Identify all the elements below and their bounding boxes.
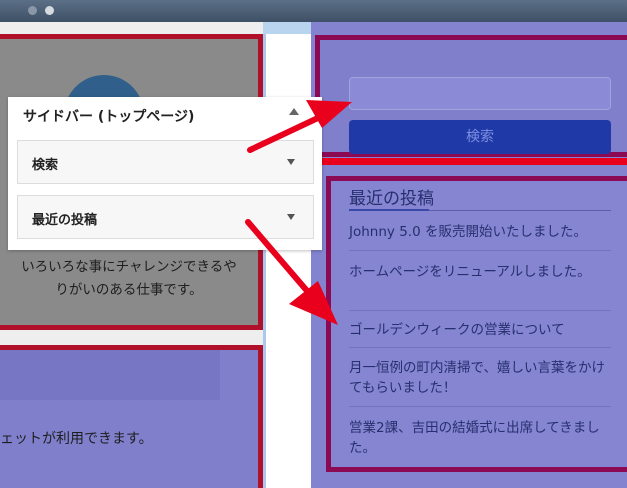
collapse-icon[interactable] <box>289 108 299 115</box>
search-button[interactable]: 検索 <box>349 120 611 154</box>
left-widget-highlight <box>0 345 263 488</box>
search-input[interactable] <box>349 77 611 110</box>
widget-item-search[interactable]: 検索 <box>17 140 314 184</box>
recent-post-link[interactable]: Johnny 5.0 を販売開始いたしました。 <box>349 222 611 242</box>
left-widget-bar <box>0 350 220 400</box>
post-divider <box>349 310 611 311</box>
post-divider <box>349 406 611 407</box>
gap-highlight-top <box>263 22 311 34</box>
recent-post-link[interactable]: ホームページをリニューアルしました。 <box>349 262 611 282</box>
column-gap <box>263 22 311 488</box>
hero-text-line: りがいのある仕事です。 <box>55 282 203 298</box>
post-divider <box>349 250 611 251</box>
widget-item-label: 最近の投稿 <box>32 213 98 228</box>
header-strip <box>0 0 627 22</box>
hero-text-line: いろいろな事にチャレンジできるや <box>21 259 237 275</box>
widget-item-label: 検索 <box>32 158 59 173</box>
recent-post-link[interactable]: 月一恒例の町内清掃で、嬉しい言葉をかけてもらいました！ <box>349 358 611 398</box>
panel-title[interactable]: サイドバー (トップページ) <box>23 106 194 126</box>
recent-title-underline <box>349 209 429 211</box>
chevron-down-icon[interactable] <box>287 214 295 220</box>
recent-post-link[interactable]: 営業2課、吉田の結婚式に出席してきました。 <box>349 418 611 458</box>
widget-separator <box>318 158 627 165</box>
recent-posts-title: 最近の投稿 <box>349 189 434 209</box>
widget-item-recent-posts[interactable]: 最近の投稿 <box>17 195 314 239</box>
recent-post-link[interactable]: ゴールデンウィークの営業について <box>349 320 611 340</box>
slider-dot-2[interactable] <box>45 6 54 15</box>
slider-dot-1[interactable] <box>28 6 37 15</box>
widget-text: ェットが利用できます。 <box>0 431 153 447</box>
chevron-down-icon[interactable] <box>287 159 295 165</box>
post-divider <box>349 347 611 348</box>
